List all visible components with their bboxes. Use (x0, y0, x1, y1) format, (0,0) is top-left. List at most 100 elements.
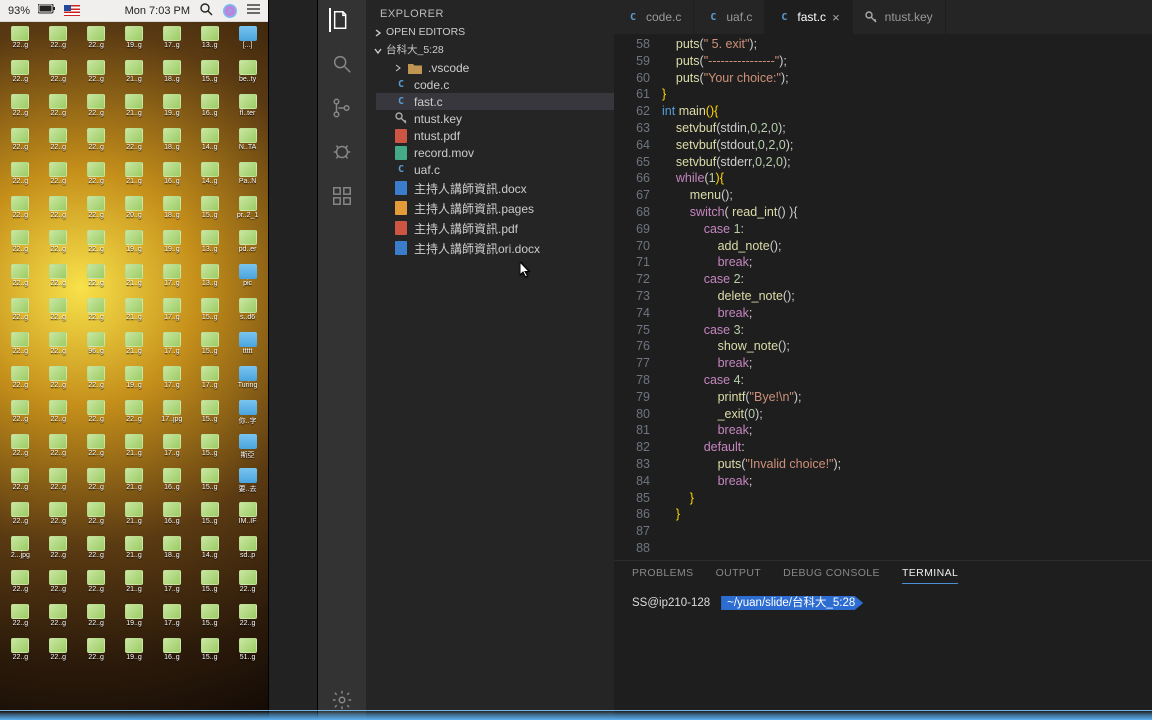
desktop-file[interactable]: 17..g (153, 570, 190, 603)
desktop-file[interactable]: 22..g (78, 60, 115, 93)
desktop-file[interactable]: 21..g (116, 332, 153, 365)
desktop-file[interactable]: 22..g (78, 230, 115, 263)
desktop-file[interactable]: 要..去 (229, 468, 266, 501)
desktop-file[interactable]: ttttt (229, 332, 266, 365)
desktop-file[interactable]: 22..g (40, 434, 77, 467)
desktop-file[interactable]: 17..g (153, 366, 190, 399)
desktop-file[interactable]: s..d6 (229, 298, 266, 331)
desktop-file[interactable]: 19..g (116, 638, 153, 671)
desktop-file[interactable]: 21..g (116, 468, 153, 501)
tree-item[interactable]: ntust.key (376, 110, 614, 127)
desktop-file[interactable]: IM..IF (229, 502, 266, 535)
desktop-file[interactable]: 22..g (78, 434, 115, 467)
desktop-file[interactable]: 19..g (116, 230, 153, 263)
terminal-content[interactable]: SS@ip210-128 ~/yuan/slide/台科大_5:28 (614, 588, 1152, 720)
desktop-file[interactable]: 15..g (191, 60, 228, 93)
desktop-file[interactable]: 22..g (2, 570, 39, 603)
desktop-file[interactable]: 16..g (153, 638, 190, 671)
desktop-file[interactable]: 17..g (191, 366, 228, 399)
desktop-file[interactable]: 22..g (40, 536, 77, 569)
input-source-flag-icon[interactable] (64, 5, 80, 16)
desktop-file[interactable]: 22..g (2, 162, 39, 195)
mac-dock[interactable] (0, 710, 1152, 720)
desktop-file[interactable]: 22..g (2, 638, 39, 671)
desktop-file[interactable]: 22..g (40, 230, 77, 263)
desktop-file[interactable]: 22..g (78, 400, 115, 433)
desktop-file[interactable]: 21..g (116, 570, 153, 603)
desktop-file[interactable]: 22..g (116, 400, 153, 433)
desktop-file[interactable]: 22..g (78, 604, 115, 637)
desktop-file[interactable]: fl..ter (229, 94, 266, 127)
desktop-file[interactable]: 51..g (229, 638, 266, 671)
activity-settings-icon[interactable] (330, 688, 354, 712)
desktop-file[interactable]: 17..jpg (153, 400, 190, 433)
desktop-file[interactable]: 15..g (191, 332, 228, 365)
workspace-section[interactable]: 台科大_5:28 (366, 40, 614, 59)
desktop-file[interactable]: 21..g (116, 94, 153, 127)
desktop-file[interactable]: 20..g (116, 196, 153, 229)
desktop-file[interactable]: 22..g (229, 570, 266, 603)
desktop-file[interactable]: 22..g (78, 570, 115, 603)
desktop-file[interactable]: 21..g (116, 298, 153, 331)
desktop-file[interactable]: 22..g (116, 128, 153, 161)
desktop-file[interactable]: N..TA (229, 128, 266, 161)
desktop-file[interactable]: 22..g (2, 26, 39, 59)
desktop-file[interactable]: 22..g (40, 264, 77, 297)
desktop-file[interactable]: 2...jpg (2, 536, 39, 569)
desktop-file[interactable]: 96..g (78, 332, 115, 365)
desktop-file[interactable]: 14..g (191, 162, 228, 195)
activity-search-icon[interactable] (330, 52, 354, 76)
code-content[interactable]: puts(" 5. exit"); puts("----------------… (662, 34, 1152, 560)
tree-item[interactable]: 主持人講師資訊.pdf (376, 218, 614, 238)
desktop-file[interactable]: 22..g (40, 94, 77, 127)
code-area[interactable]: 5859606162636465666768697071727374757677… (614, 34, 1152, 560)
desktop-file[interactable]: 15..g (191, 468, 228, 501)
desktop-file[interactable]: 17..g (153, 434, 190, 467)
notification-center-icon[interactable] (247, 4, 260, 18)
desktop-file[interactable]: 22..g (40, 162, 77, 195)
tree-item[interactable]: .vscode (376, 59, 614, 76)
desktop-file[interactable]: 22..g (40, 332, 77, 365)
desktop-file[interactable]: 22..g (2, 298, 39, 331)
desktop-file[interactable]: 22..g (78, 264, 115, 297)
panel-tab[interactable]: OUTPUT (716, 567, 762, 584)
desktop-file[interactable]: 14..g (191, 128, 228, 161)
desktop-file[interactable]: 22..g (40, 366, 77, 399)
desktop-file[interactable]: pic (229, 264, 266, 297)
desktop-file[interactable]: 你..字 (229, 400, 266, 433)
desktop-file[interactable]: 16..g (153, 162, 190, 195)
desktop-file[interactable]: 17..g (153, 298, 190, 331)
desktop-file[interactable]: 21..g (116, 536, 153, 569)
editor-tab[interactable]: Cfast.c× (765, 0, 852, 34)
desktop-file[interactable]: 15..g (191, 196, 228, 229)
desktop-file[interactable]: 16..g (153, 468, 190, 501)
desktop-file[interactable]: 22..g (40, 604, 77, 637)
desktop-file[interactable]: 22..g (2, 128, 39, 161)
desktop-file[interactable]: 18..g (153, 196, 190, 229)
tree-item[interactable]: 主持人講師資訊.pages (376, 198, 614, 218)
desktop-file[interactable]: 22..g (78, 26, 115, 59)
editor-tab[interactable]: Ccode.c (614, 0, 694, 34)
desktop-file[interactable]: 斯亞 (229, 434, 266, 467)
editor-tab[interactable]: ntust.key (853, 0, 946, 34)
desktop-file[interactable]: 22..g (78, 94, 115, 127)
desktop-file[interactable]: 22..g (40, 196, 77, 229)
tree-item[interactable]: ntust.pdf (376, 127, 614, 144)
tree-item[interactable]: Cfast.c (376, 93, 614, 110)
panel-tab[interactable]: TERMINAL (902, 567, 958, 584)
desktop-file[interactable]: 17..g (153, 332, 190, 365)
desktop-file[interactable]: pr..2_1 (229, 196, 266, 229)
panel-tab[interactable]: DEBUG CONSOLE (783, 567, 880, 584)
desktop-file[interactable]: 22..g (78, 196, 115, 229)
desktop-file[interactable]: 19..g (153, 94, 190, 127)
tree-item[interactable]: record.mov (376, 144, 614, 161)
desktop-file[interactable]: 22..g (2, 434, 39, 467)
desktop-file[interactable]: 22..g (40, 638, 77, 671)
spotlight-icon[interactable] (200, 3, 213, 19)
desktop-file[interactable]: 22..g (229, 604, 266, 637)
desktop-file[interactable]: 22..g (40, 298, 77, 331)
desktop-file[interactable]: 22..g (2, 400, 39, 433)
desktop-file[interactable]: 21..g (116, 264, 153, 297)
desktop-file[interactable]: 18..g (153, 128, 190, 161)
desktop-file[interactable]: 21..g (116, 60, 153, 93)
